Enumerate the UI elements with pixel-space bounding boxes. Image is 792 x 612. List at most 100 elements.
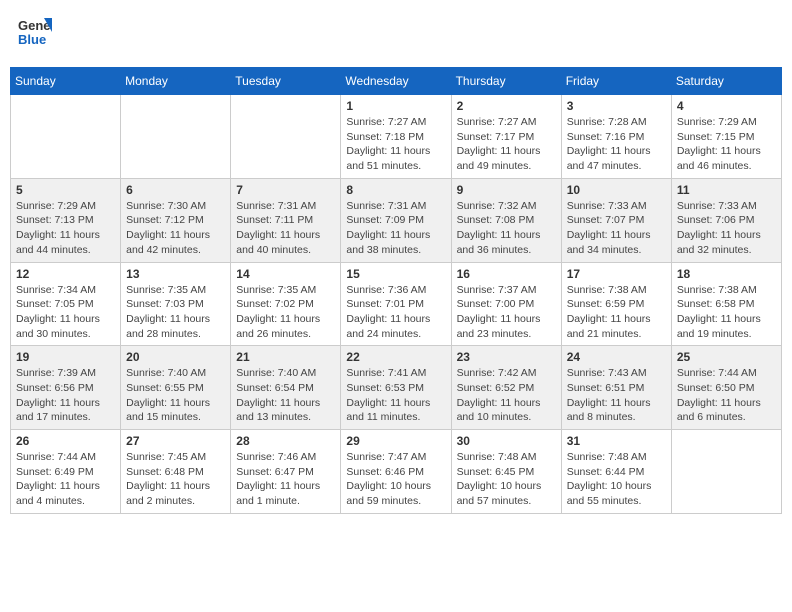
day-info: Sunrise: 7:43 AM Sunset: 6:51 PM Dayligh…: [567, 366, 666, 425]
day-number: 24: [567, 350, 666, 364]
page: General Blue SundayMondayTuesdayWednesda…: [0, 0, 792, 612]
day-info: Sunrise: 7:45 AM Sunset: 6:48 PM Dayligh…: [126, 450, 225, 509]
day-info: Sunrise: 7:38 AM Sunset: 6:58 PM Dayligh…: [677, 283, 776, 342]
day-info: Sunrise: 7:31 AM Sunset: 7:09 PM Dayligh…: [346, 199, 445, 258]
week-row-1: 1 Sunrise: 7:27 AM Sunset: 7:18 PM Daylig…: [11, 95, 782, 179]
day-number: 21: [236, 350, 335, 364]
weekday-header-thursday: Thursday: [451, 68, 561, 95]
day-number: 9: [457, 183, 556, 197]
day-info: Sunrise: 7:29 AM Sunset: 7:15 PM Dayligh…: [677, 115, 776, 174]
weekday-header-friday: Friday: [561, 68, 671, 95]
calendar-cell: 23 Sunrise: 7:42 AM Sunset: 6:52 PM Dayli…: [451, 346, 561, 430]
week-row-3: 12Sunrise: 7:34 AM Sunset: 7:05 PM Dayli…: [11, 262, 782, 346]
day-number: 8: [346, 183, 445, 197]
day-number: 1: [346, 99, 445, 113]
calendar-cell: 10Sunrise: 7:33 AM Sunset: 7:07 PM Dayli…: [561, 178, 671, 262]
svg-text:Blue: Blue: [18, 32, 46, 47]
week-row-4: 19Sunrise: 7:39 AM Sunset: 6:56 PM Dayli…: [11, 346, 782, 430]
calendar-cell: 21 Sunrise: 7:40 AM Sunset: 6:54 PM Dayli…: [231, 346, 341, 430]
calendar-cell: 27 Sunrise: 7:45 AM Sunset: 6:48 PM Dayli…: [121, 430, 231, 514]
calendar-cell: 8 Sunrise: 7:31 AM Sunset: 7:09 PM Daylig…: [341, 178, 451, 262]
day-info: Sunrise: 7:33 AM Sunset: 7:06 PM Dayligh…: [677, 199, 776, 258]
day-number: 16: [457, 267, 556, 281]
calendar-table: SundayMondayTuesdayWednesdayThursdayFrid…: [10, 67, 782, 514]
calendar-cell: 4 Sunrise: 7:29 AM Sunset: 7:15 PM Daylig…: [671, 95, 781, 179]
calendar-cell: 30 Sunrise: 7:48 AM Sunset: 6:45 PM Dayli…: [451, 430, 561, 514]
logo: General Blue: [16, 14, 56, 55]
calendar-cell: 11 Sunrise: 7:33 AM Sunset: 7:06 PM Dayli…: [671, 178, 781, 262]
day-number: 30: [457, 434, 556, 448]
calendar-cell: 5 Sunrise: 7:29 AM Sunset: 7:13 PM Daylig…: [11, 178, 121, 262]
day-info: Sunrise: 7:35 AM Sunset: 7:02 PM Dayligh…: [236, 283, 335, 342]
day-number: 22: [346, 350, 445, 364]
calendar-cell: 9 Sunrise: 7:32 AM Sunset: 7:08 PM Daylig…: [451, 178, 561, 262]
day-info: Sunrise: 7:27 AM Sunset: 7:17 PM Dayligh…: [457, 115, 556, 174]
day-info: Sunrise: 7:47 AM Sunset: 6:46 PM Dayligh…: [346, 450, 445, 509]
day-number: 17: [567, 267, 666, 281]
day-info: Sunrise: 7:35 AM Sunset: 7:03 PM Dayligh…: [126, 283, 225, 342]
day-info: Sunrise: 7:28 AM Sunset: 7:16 PM Dayligh…: [567, 115, 666, 174]
calendar-cell: 15 Sunrise: 7:36 AM Sunset: 7:01 PM Dayli…: [341, 262, 451, 346]
day-info: Sunrise: 7:38 AM Sunset: 6:59 PM Dayligh…: [567, 283, 666, 342]
day-number: 3: [567, 99, 666, 113]
day-info: Sunrise: 7:37 AM Sunset: 7:00 PM Dayligh…: [457, 283, 556, 342]
day-number: 25: [677, 350, 776, 364]
day-number: 5: [16, 183, 115, 197]
day-info: Sunrise: 7:42 AM Sunset: 6:52 PM Dayligh…: [457, 366, 556, 425]
calendar-cell: 26Sunrise: 7:44 AM Sunset: 6:49 PM Dayli…: [11, 430, 121, 514]
day-info: Sunrise: 7:41 AM Sunset: 6:53 PM Dayligh…: [346, 366, 445, 425]
calendar-cell: 20 Sunrise: 7:40 AM Sunset: 6:55 PM Dayli…: [121, 346, 231, 430]
day-number: 2: [457, 99, 556, 113]
week-row-5: 26Sunrise: 7:44 AM Sunset: 6:49 PM Dayli…: [11, 430, 782, 514]
day-number: 26: [16, 434, 115, 448]
header: General Blue: [10, 10, 782, 59]
day-info: Sunrise: 7:44 AM Sunset: 6:50 PM Dayligh…: [677, 366, 776, 425]
day-info: Sunrise: 7:39 AM Sunset: 6:56 PM Dayligh…: [16, 366, 115, 425]
calendar-cell: [671, 430, 781, 514]
calendar-cell: 7Sunrise: 7:31 AM Sunset: 7:11 PM Daylig…: [231, 178, 341, 262]
day-number: 13: [126, 267, 225, 281]
day-number: 27: [126, 434, 225, 448]
calendar-cell: 13 Sunrise: 7:35 AM Sunset: 7:03 PM Dayli…: [121, 262, 231, 346]
weekday-header-saturday: Saturday: [671, 68, 781, 95]
day-number: 11: [677, 183, 776, 197]
day-number: 29: [346, 434, 445, 448]
logo-icon: General Blue: [16, 14, 52, 50]
calendar-cell: 22 Sunrise: 7:41 AM Sunset: 6:53 PM Dayli…: [341, 346, 451, 430]
week-row-2: 5 Sunrise: 7:29 AM Sunset: 7:13 PM Daylig…: [11, 178, 782, 262]
weekday-header-wednesday: Wednesday: [341, 68, 451, 95]
day-number: 28: [236, 434, 335, 448]
calendar-cell: 25 Sunrise: 7:44 AM Sunset: 6:50 PM Dayli…: [671, 346, 781, 430]
calendar-cell: 17 Sunrise: 7:38 AM Sunset: 6:59 PM Dayli…: [561, 262, 671, 346]
calendar-cell: 12Sunrise: 7:34 AM Sunset: 7:05 PM Dayli…: [11, 262, 121, 346]
calendar-cell: 31Sunrise: 7:48 AM Sunset: 6:44 PM Dayli…: [561, 430, 671, 514]
day-info: Sunrise: 7:29 AM Sunset: 7:13 PM Dayligh…: [16, 199, 115, 258]
weekday-header-tuesday: Tuesday: [231, 68, 341, 95]
calendar-cell: [121, 95, 231, 179]
calendar-cell: 3 Sunrise: 7:28 AM Sunset: 7:16 PM Daylig…: [561, 95, 671, 179]
day-number: 23: [457, 350, 556, 364]
weekday-header-monday: Monday: [121, 68, 231, 95]
day-number: 20: [126, 350, 225, 364]
day-number: 4: [677, 99, 776, 113]
day-info: Sunrise: 7:48 AM Sunset: 6:45 PM Dayligh…: [457, 450, 556, 509]
day-number: 15: [346, 267, 445, 281]
day-info: Sunrise: 7:27 AM Sunset: 7:18 PM Dayligh…: [346, 115, 445, 174]
calendar-cell: 18 Sunrise: 7:38 AM Sunset: 6:58 PM Dayli…: [671, 262, 781, 346]
day-info: Sunrise: 7:40 AM Sunset: 6:54 PM Dayligh…: [236, 366, 335, 425]
day-number: 14: [236, 267, 335, 281]
day-info: Sunrise: 7:36 AM Sunset: 7:01 PM Dayligh…: [346, 283, 445, 342]
calendar-cell: 28Sunrise: 7:46 AM Sunset: 6:47 PM Dayli…: [231, 430, 341, 514]
day-number: 18: [677, 267, 776, 281]
calendar-cell: 16 Sunrise: 7:37 AM Sunset: 7:00 PM Dayli…: [451, 262, 561, 346]
weekday-header-row: SundayMondayTuesdayWednesdayThursdayFrid…: [11, 68, 782, 95]
day-info: Sunrise: 7:33 AM Sunset: 7:07 PM Dayligh…: [567, 199, 666, 258]
day-info: Sunrise: 7:40 AM Sunset: 6:55 PM Dayligh…: [126, 366, 225, 425]
day-number: 6: [126, 183, 225, 197]
calendar-cell: [11, 95, 121, 179]
day-info: Sunrise: 7:32 AM Sunset: 7:08 PM Dayligh…: [457, 199, 556, 258]
day-info: Sunrise: 7:48 AM Sunset: 6:44 PM Dayligh…: [567, 450, 666, 509]
calendar-cell: 19Sunrise: 7:39 AM Sunset: 6:56 PM Dayli…: [11, 346, 121, 430]
day-number: 12: [16, 267, 115, 281]
calendar-cell: 14 Sunrise: 7:35 AM Sunset: 7:02 PM Dayli…: [231, 262, 341, 346]
